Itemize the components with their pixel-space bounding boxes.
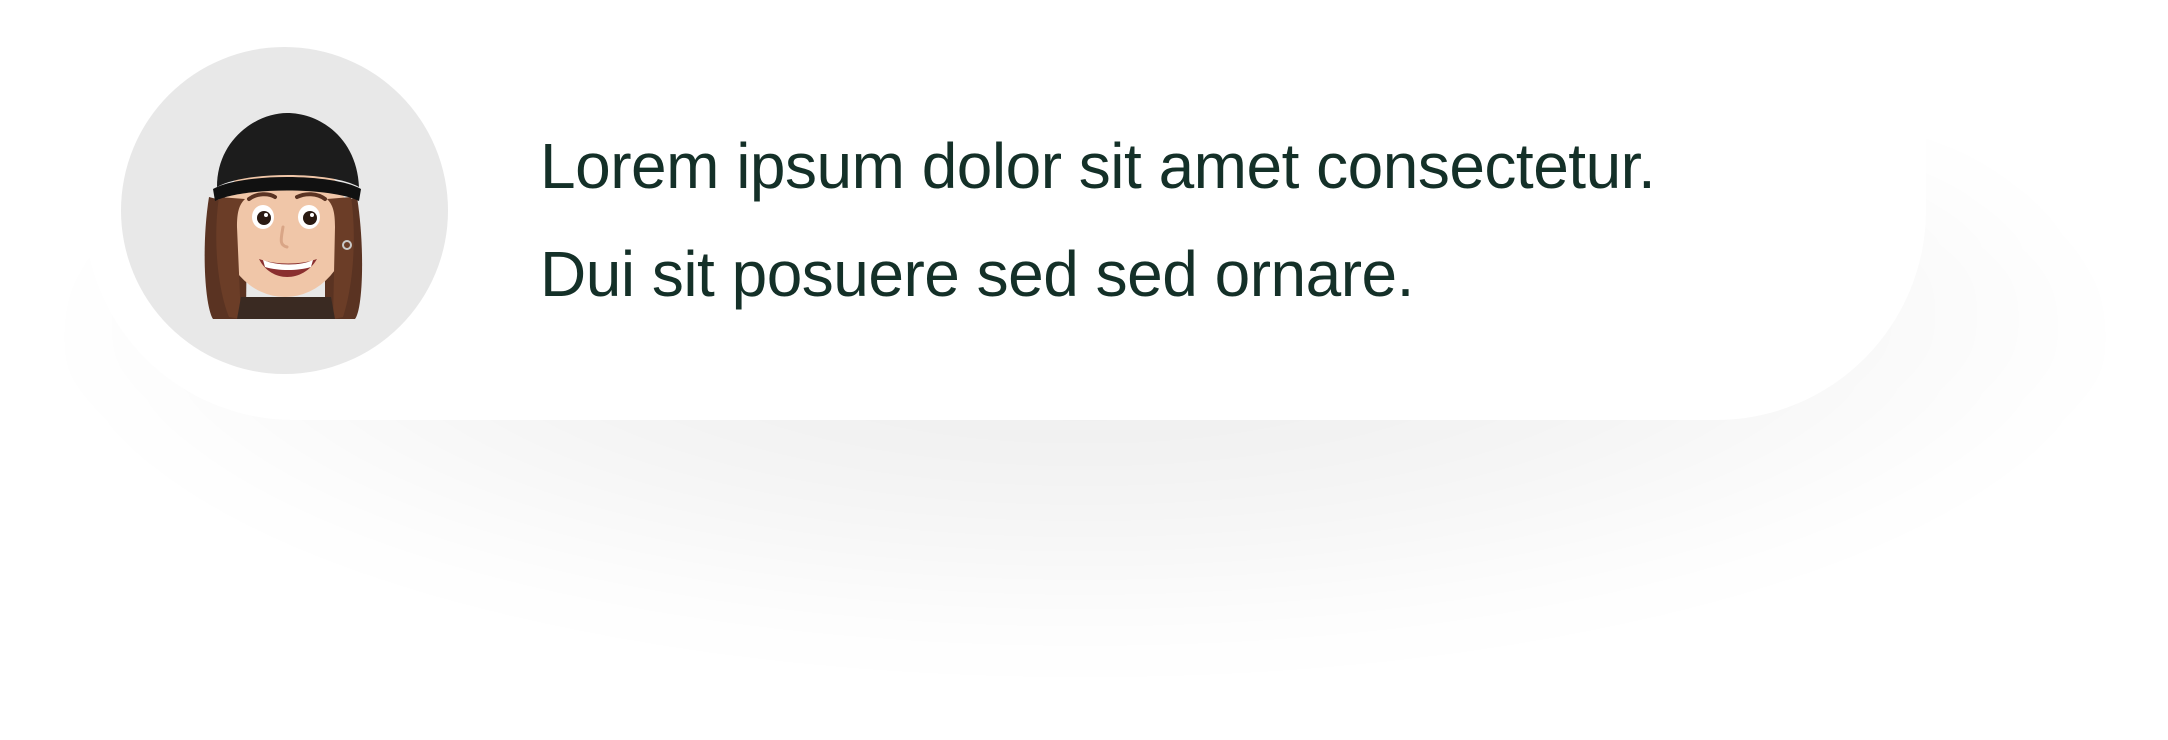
message-line-1: Lorem ipsum dolor sit amet consectetur.	[540, 130, 1656, 202]
message-text: Lorem ipsum dolor sit amet consectetur. …	[540, 112, 1860, 328]
memoji-avatar-icon	[204, 113, 363, 319]
avatar	[121, 47, 448, 374]
chat-message-stage: Lorem ipsum dolor sit amet consectetur. …	[0, 0, 2168, 740]
message-line-2: Dui sit posuere sed sed ornare.	[540, 238, 1414, 310]
